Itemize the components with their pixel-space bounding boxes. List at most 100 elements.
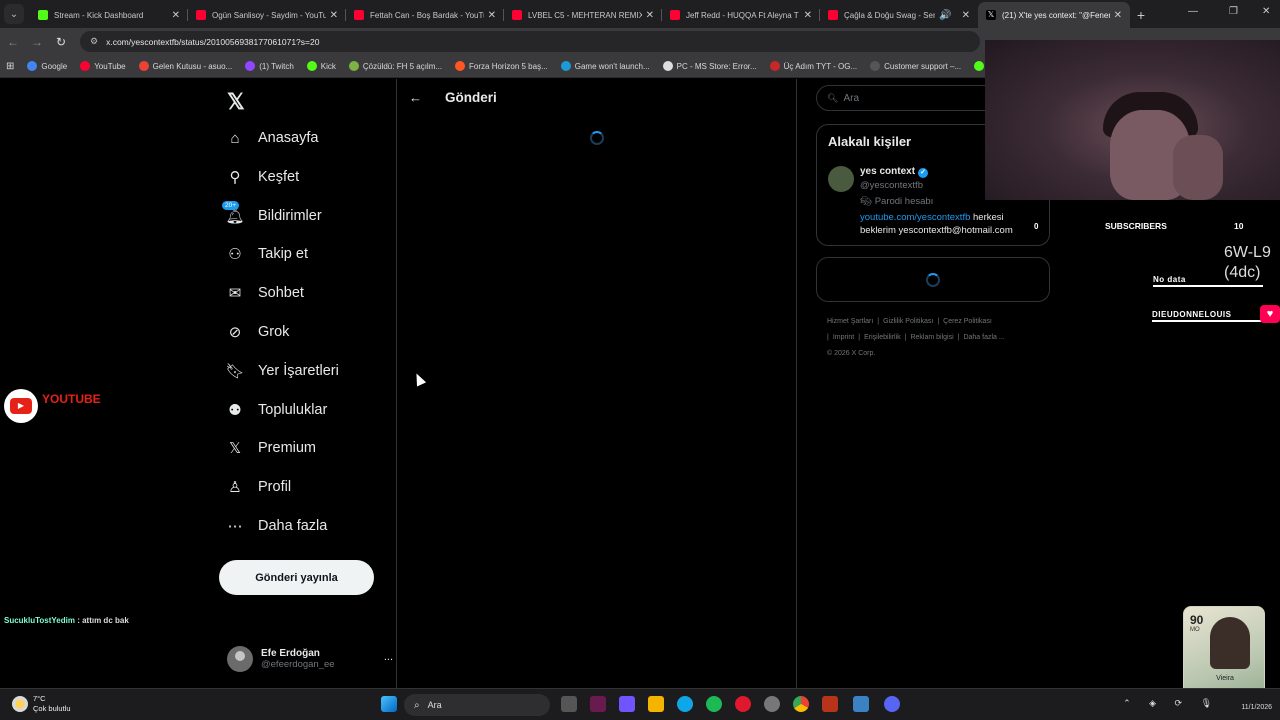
mail-icon: ✉ [228, 285, 242, 303]
close-window-icon[interactable]: ✕ [1262, 6, 1270, 17]
bookmark-item[interactable]: Forza Horizon 5 baş... [455, 61, 548, 71]
footer-links: Hizmet Şartları | Gizlilik Politikası | Çere… [827, 314, 1042, 362]
taskbar-search[interactable]: ⌕ Ara [404, 694, 550, 716]
youtube-icon [512, 10, 522, 20]
bookmark-item[interactable]: Game won't launch... [560, 61, 650, 71]
reload-icon[interactable]: ↻ [50, 35, 72, 49]
sidebar-item-mail[interactable]: ✉ Sohbet [226, 279, 304, 307]
weather-widget[interactable]: 7°C Çok bulutlu [12, 694, 71, 714]
close-tab-icon[interactable]: ✕ [646, 10, 654, 21]
sidebar-item-label: Topluluklar [258, 401, 328, 418]
more-icon[interactable]: ... [384, 651, 393, 663]
sidebar-item-more[interactable]: ⋯ Daha fazla [226, 512, 328, 540]
back-icon[interactable]: ← [2, 35, 24, 49]
forward-icon[interactable]: → [26, 35, 48, 49]
browser-tab-active[interactable]: 𝕏 (21) X'te yes context: "@Fenerb ✕ [978, 2, 1130, 28]
bookmark-item[interactable]: YouTube [80, 61, 126, 71]
sidebar-item-communities[interactable]: ⚉ Topluluklar [226, 396, 327, 424]
sidebar-item-x[interactable]: 𝕏 Premium [226, 434, 316, 462]
close-tab-icon[interactable]: ✕ [172, 10, 180, 21]
close-tab-icon[interactable]: ✕ [804, 10, 812, 21]
opera-icon[interactable] [735, 696, 751, 712]
chrome-icon[interactable] [793, 696, 809, 712]
obs-icon[interactable] [822, 696, 838, 712]
bookmark-item[interactable]: PC - MS Store: Error... [662, 61, 757, 71]
footer-link[interactable]: Daha fazla ... [963, 334, 1004, 341]
tab-search-button[interactable]: ⌄ [4, 4, 24, 24]
post-button[interactable]: Gönderi yayınla [219, 560, 374, 595]
footer-link[interactable]: Çerez Politikası [943, 318, 992, 325]
minimize-icon[interactable]: — [1188, 6, 1198, 17]
browser-tab[interactable]: Ogün Sanlisoy - Saydim - YouTube ✕ [188, 2, 346, 28]
start-icon[interactable] [381, 696, 397, 712]
bookmark-item[interactable]: (1) Twitch [245, 61, 294, 71]
copilot-icon[interactable] [619, 696, 635, 712]
browser-tab[interactable]: LVBEL C5 - MEHTERAN REMIX ✕ [504, 2, 662, 28]
sidebar-item-home[interactable]: ⌂ Anasayfa [226, 124, 318, 152]
footer-link[interactable]: Erişilebilirlik [864, 334, 901, 341]
sidebar-item-follow[interactable]: ⚇ Takip et [226, 240, 308, 268]
app-icon[interactable] [853, 696, 869, 712]
search-icon: 🔍︎ [827, 92, 839, 103]
weather-icon [12, 696, 28, 712]
bookmark-item[interactable]: Çözüldü: FH 5 açılm... [348, 61, 442, 71]
close-tab-icon[interactable]: ✕ [962, 10, 970, 21]
bio-link[interactable]: youtube.com/yescontextfb [860, 212, 970, 223]
bookmark-icon [306, 61, 317, 71]
browser-tab[interactable]: Stream - Kick Dashboard ✕ [30, 2, 188, 28]
bookmark-item[interactable]: Kick [306, 61, 336, 71]
x-logo-icon[interactable]: 𝕏 [227, 89, 245, 115]
edge-icon[interactable] [677, 696, 693, 712]
back-arrow-icon[interactable]: ← [409, 90, 422, 105]
avatar[interactable] [828, 166, 854, 192]
screen: ⌄ Stream - Kick Dashboard ✕ Ogün Sanlisoy… [0, 0, 1280, 720]
sidebar-item-label: Sohbet [258, 285, 304, 302]
footer-link[interactable]: Imprint [833, 334, 854, 341]
footer-link[interactable]: © 2026 X Corp. [827, 350, 875, 357]
sidebar-item-bookmark[interactable]: 🔖︎ Yer İşaretleri [225, 357, 338, 385]
bookmark-icon [769, 61, 780, 71]
bookmark-item[interactable]: Gelen Kutusu - asuo... [138, 61, 232, 71]
parody-text: Parodi hesabı [874, 196, 934, 207]
bookmark-item[interactable]: Üç Adım TYT - OG... [769, 61, 857, 71]
site-info-icon[interactable]: ⚙ [90, 36, 98, 47]
steam-icon[interactable] [764, 696, 780, 712]
person-name[interactable]: yes context ✓ [860, 166, 929, 178]
system-tray[interactable]: ⌃ ◈ ⟳ 🎙︎ [1123, 698, 1220, 709]
bookmark-item[interactable]: Customer support –... [870, 61, 961, 71]
communities-icon: ⚉ [228, 401, 242, 419]
close-tab-icon[interactable]: ✕ [330, 10, 338, 21]
account-switcher[interactable]: Efe Erdoğan @efeerdogan_ee ... [227, 643, 393, 675]
sidebar-item-label: Takip et [258, 246, 308, 263]
restore-icon[interactable]: ❐ [1229, 6, 1238, 17]
footer-link[interactable]: Reklam bilgisi [910, 334, 953, 341]
address-bar[interactable]: ⚙ x.com/yescontextfb/status/201005693817… [80, 31, 980, 52]
left-navigation: 𝕏 ⌂ Anasayfa ⚲ Keşfet 🔔︎ 20+ Bildirimler ⚇ Takip… [218, 79, 398, 688]
sidebar-item-grok[interactable]: ⊘ Grok [226, 318, 290, 346]
bookmark-icon [662, 61, 673, 71]
x-icon: 𝕏 [228, 440, 242, 458]
new-tab-button[interactable]: + [1130, 7, 1152, 23]
browser-tab[interactable]: Çağla & Doğu Swag - Seni 🔊 ✕ [820, 2, 978, 28]
sidebar-item-search[interactable]: ⚲ Keşfet [226, 163, 300, 191]
chat-message: SucukluTostYedim : attım dc bak [4, 616, 129, 625]
bookmark-item[interactable]: Google [27, 61, 67, 71]
footer-link[interactable]: Gizlilik Politikası [883, 318, 933, 325]
card-position: MO [1190, 627, 1200, 633]
browser-tab[interactable]: Jeff Redd - HUQQA Ft Aleyna T ✕ [662, 2, 820, 28]
browser-tab[interactable]: Fettah Can - Boş Bardak - YouTube ✕ [346, 2, 504, 28]
file-explorer-icon[interactable] [648, 696, 664, 712]
discord-icon[interactable] [884, 696, 900, 712]
bookmark-label: Google [41, 61, 68, 71]
url-text[interactable]: x.com/yescontextfb/status/20100569381770… [106, 37, 319, 47]
spotify-icon[interactable] [706, 696, 722, 712]
apps-icon[interactable]: ⊞ [6, 61, 14, 72]
close-tab-icon[interactable]: ✕ [488, 10, 496, 21]
speaker-icon[interactable]: 🔊 [939, 10, 951, 21]
sidebar-item-profile[interactable]: ♙ Profil [226, 473, 291, 501]
task-view-icon[interactable] [561, 696, 577, 712]
app-icon[interactable] [590, 696, 606, 712]
sidebar-item-bell[interactable]: 🔔︎ 20+ Bildirimler [222, 200, 322, 230]
close-tab-icon[interactable]: ✕ [1114, 10, 1122, 21]
footer-link[interactable]: Hizmet Şartları [827, 318, 873, 325]
